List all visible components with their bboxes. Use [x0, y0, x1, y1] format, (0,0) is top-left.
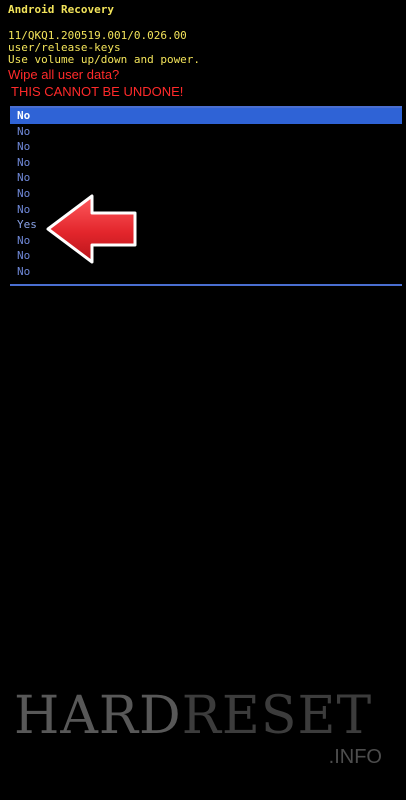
- menu-option-no[interactable]: No: [10, 139, 402, 155]
- left-arrow-icon: [46, 194, 137, 264]
- menu-option-no[interactable]: No: [10, 108, 402, 124]
- wipe-question: Wipe all user data?: [8, 67, 120, 82]
- menu-option-no[interactable]: No: [10, 170, 402, 186]
- menu-option-no[interactable]: No: [10, 124, 402, 140]
- menu-bottom-divider: [10, 284, 402, 286]
- watermark-logo: HARDRESET .INFO: [14, 686, 394, 776]
- instructions-text: Use volume up/down and power.: [8, 53, 201, 66]
- undone-warning: THIS CANNOT BE UNDONE!: [11, 84, 184, 99]
- recovery-title: Android Recovery: [8, 3, 114, 16]
- menu-option-no[interactable]: No: [10, 155, 402, 171]
- watermark-part-hard: HARD: [14, 686, 182, 746]
- menu-option-no[interactable]: No: [10, 264, 402, 280]
- watermark-text: HARDRESET: [14, 686, 372, 746]
- watermark-part-reset: RESET: [181, 686, 373, 746]
- watermark-subtext: .INFO: [328, 746, 382, 768]
